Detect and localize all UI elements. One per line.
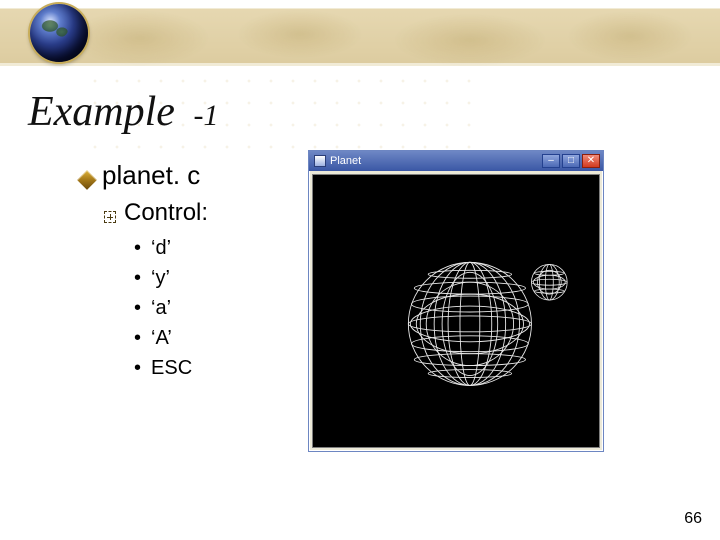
planet-render <box>313 175 599 447</box>
minimize-button[interactable]: – <box>542 154 560 168</box>
app-icon <box>314 155 326 167</box>
maximize-icon: □ <box>568 156 574 166</box>
planet-window: Planet – □ ✕ <box>308 150 604 452</box>
close-button[interactable]: ✕ <box>582 154 600 168</box>
page-number: 66 <box>684 510 702 528</box>
window-client-area <box>312 174 600 448</box>
item-planet-c: planet. c <box>102 160 200 191</box>
close-icon: ✕ <box>587 156 595 166</box>
diamond-bullet-icon <box>80 173 94 187</box>
header-band-pattern <box>0 8 720 66</box>
item-control: Control: <box>124 199 208 227</box>
title-sub: -1 <box>193 99 218 132</box>
window-title: Planet <box>330 155 361 167</box>
window-titlebar: Planet – □ ✕ <box>309 151 603 171</box>
globe-icon <box>30 4 88 62</box>
slide-title: Example -1 <box>28 88 218 136</box>
title-main: Example <box>28 89 175 135</box>
minimize-icon: – <box>548 156 554 166</box>
maximize-button[interactable]: □ <box>562 154 580 168</box>
square-bullet-icon <box>104 211 116 223</box>
